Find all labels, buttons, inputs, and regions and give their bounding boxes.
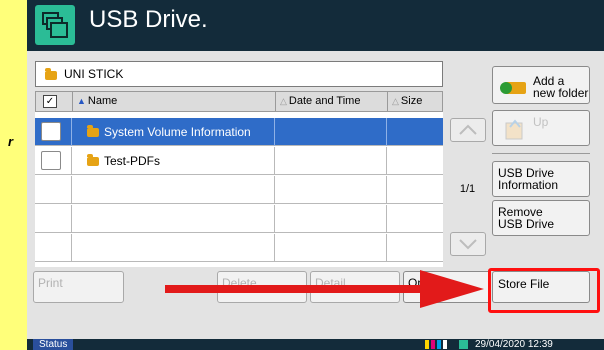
up-button[interactable]: Up <box>492 110 590 146</box>
chevron-down-icon <box>459 239 477 250</box>
file-name: Test-PDFs <box>104 154 161 168</box>
row-checkbox[interactable] <box>41 151 61 170</box>
add-folder-icon <box>500 82 526 94</box>
scroll-down-button[interactable] <box>450 232 486 256</box>
column-size[interactable]: △ Size <box>387 92 442 111</box>
folder-icon <box>45 68 57 80</box>
current-path: UNI STICK <box>35 61 443 87</box>
column-date[interactable]: △ Date and Time <box>275 92 387 111</box>
table-row[interactable]: Test-PDFs <box>35 147 443 175</box>
date-time: 29/04/2020 12:39 <box>475 339 553 350</box>
path-label: UNI STICK <box>64 67 124 81</box>
file-name: System Volume Information <box>104 125 251 139</box>
remove-usb-drive-button[interactable]: Remove USB Drive <box>492 200 590 236</box>
title-bar: USB Drive. <box>27 0 604 51</box>
select-all-checkbox[interactable]: ✓ <box>43 95 57 108</box>
divider <box>492 153 590 154</box>
folder-icon <box>87 154 99 166</box>
table-row-empty <box>35 176 443 204</box>
toner-level-icon <box>425 340 447 349</box>
scroll-up-button[interactable] <box>450 118 486 142</box>
column-name[interactable]: ▲ Name <box>72 92 275 111</box>
select-all-cell: ✓ <box>36 92 72 111</box>
print-button[interactable]: Print <box>33 271 124 303</box>
page-title: USB Drive. <box>89 6 208 33</box>
row-checkbox[interactable] <box>41 122 61 141</box>
annotation-arrow-shaft <box>165 285 425 293</box>
highlight-box <box>488 268 600 313</box>
page-indicator: 1/1 <box>459 183 476 195</box>
annotation-arrow-icon <box>420 270 484 308</box>
folder-icon <box>87 125 99 137</box>
sort-icon: △ <box>392 96 399 106</box>
up-folder-icon <box>505 119 523 140</box>
table-row-empty <box>35 234 443 262</box>
status-button[interactable]: Status <box>33 339 74 350</box>
notification-icon <box>459 340 468 349</box>
folder-stack-icon <box>35 5 75 45</box>
table-header: ✓ ▲ Name △ Date and Time △ Size <box>35 91 443 112</box>
scroll-panel: 1/1 <box>443 91 492 267</box>
sort-asc-icon: ▲ <box>77 96 86 106</box>
chevron-up-icon <box>459 124 477 135</box>
file-table: ✓ ▲ Name △ Date and Time △ Size System Volu… <box>35 91 443 267</box>
add-folder-button[interactable]: Add a new folder <box>492 66 590 104</box>
usb-drive-information-button[interactable]: USB Drive Information <box>492 161 590 197</box>
status-bar: Status 29/04/2020 12:39 <box>27 339 604 350</box>
sort-icon: △ <box>280 96 287 106</box>
cursor-glyph: r <box>8 134 14 149</box>
table-row-empty <box>35 205 443 233</box>
table-row[interactable]: System Volume Information <box>35 118 443 146</box>
